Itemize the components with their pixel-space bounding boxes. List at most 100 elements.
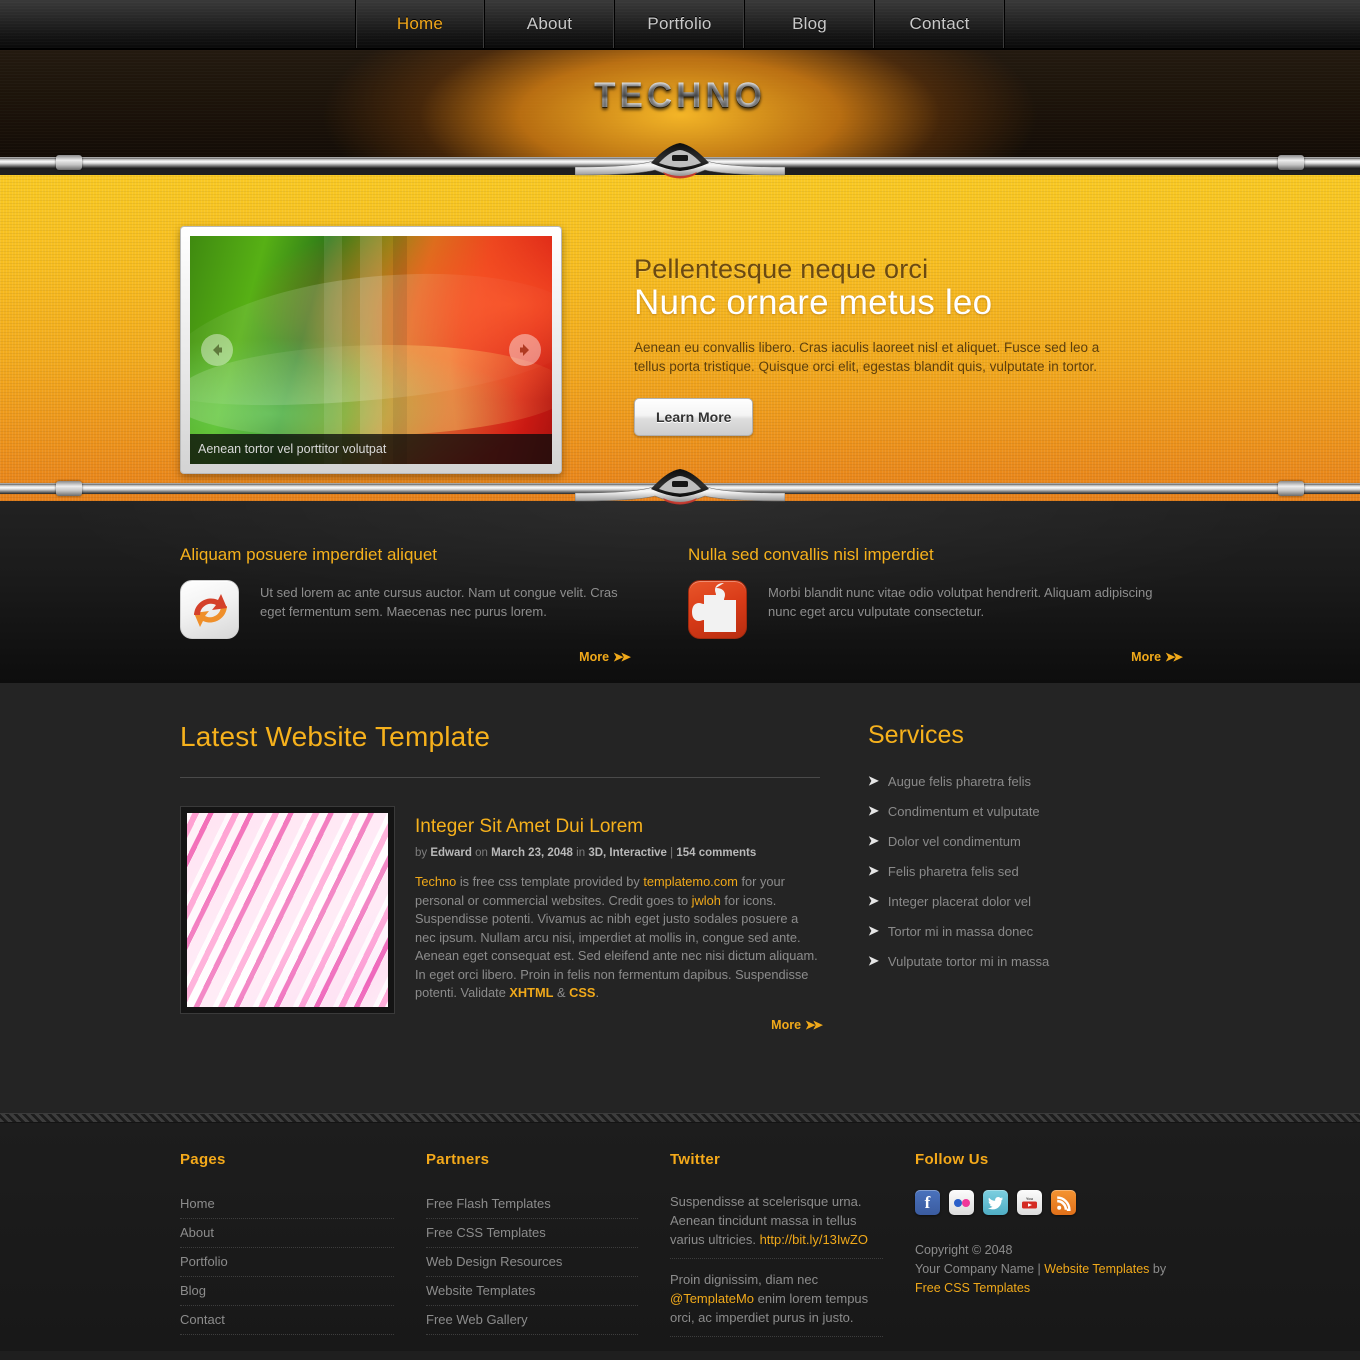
post-link-templatemo[interactable]: templatemo.com: [643, 874, 738, 889]
copyright-line-1: Copyright © 2048: [915, 1243, 1013, 1257]
feature-text-1: Ut sed lorem ac ante cursus auctor. Nam …: [260, 585, 618, 619]
hero-copy: Pellentesque neque orci Nunc ornare metu…: [634, 226, 1134, 501]
copyright-link-free-css[interactable]: Free CSS Templates: [915, 1281, 1030, 1295]
twitter-icon[interactable]: [983, 1190, 1008, 1215]
footer-column-pages: Pages Home About Portfolio Blog Contact: [180, 1151, 426, 1346]
youtube-glyph: You: [1022, 1196, 1037, 1209]
post-link-xhtml[interactable]: XHTML: [509, 985, 553, 1000]
rss-icon[interactable]: [1051, 1190, 1076, 1215]
footer-partner-0[interactable]: Free Flash Templates: [426, 1190, 638, 1219]
service-item-3[interactable]: ➤ Felis pharetra felis sed: [868, 856, 1180, 886]
copyright-separator: |: [1034, 1262, 1045, 1276]
service-item-2[interactable]: ➤ Dolor vel condimentum: [868, 826, 1180, 856]
post-comments-count[interactable]: 154 comments: [676, 847, 756, 859]
post-link-jwloh[interactable]: jwloh: [692, 893, 721, 908]
post-text-4: &: [553, 985, 570, 1000]
feature-more-label-2: More: [1131, 650, 1162, 664]
nav-item-about[interactable]: About: [485, 0, 615, 48]
twitter-bird-glyph: [987, 1196, 1003, 1209]
nav-item-contact[interactable]: Contact: [875, 0, 1005, 48]
puzzle-piece-glyph: [692, 583, 736, 632]
chevron-right-icon: ➤: [868, 803, 879, 818]
nav-list: Home About Portfolio Blog Contact: [355, 0, 1005, 48]
chrome-cap-right: [1278, 155, 1304, 170]
feature-more-link-1[interactable]: More ➤➤: [180, 649, 631, 664]
footer-column-follow: Follow Us f You Copyright © 2048 Your Co: [915, 1151, 1180, 1346]
arrow-right-icon: [520, 344, 529, 356]
arrow-left-icon: [213, 344, 222, 356]
chrome-emblem-icon-2: [575, 469, 785, 505]
post-more-label: More: [771, 1017, 802, 1032]
copyright-line-2: Your Company Name | Website Templates by…: [915, 1260, 1180, 1298]
hero-title: Nunc ornare metus leo: [634, 283, 993, 322]
nav-item-blog[interactable]: Blog: [745, 0, 875, 48]
service-item-4[interactable]: ➤ Integer placerat dolor vel: [868, 886, 1180, 916]
chrome-divider-bottom: [0, 469, 1360, 505]
post-more-link[interactable]: More ➤➤: [415, 1017, 823, 1032]
footer-heading-follow: Follow Us: [915, 1151, 989, 1168]
post-link-techno[interactable]: Techno: [415, 874, 456, 889]
svg-text:You: You: [1026, 1196, 1034, 1201]
service-item-0[interactable]: ➤ Augue felis pharetra felis: [868, 766, 1180, 796]
chrome-emblem-icon: [575, 143, 785, 179]
post-link-css[interactable]: CSS: [569, 985, 595, 1000]
footer-link-portfolio[interactable]: Portfolio: [180, 1248, 394, 1277]
youtube-icon[interactable]: You: [1017, 1190, 1042, 1215]
feature-title-1: Aliquam posuere imperdiet aliquet: [180, 545, 438, 564]
features-inner: Aliquam posuere imperdiet aliquet Ut sed…: [180, 545, 1183, 664]
service-label-0: Augue felis pharetra felis: [887, 773, 1031, 789]
nav-item-home[interactable]: Home: [355, 0, 485, 48]
slider-frame: Aenean tortor vel porttitor volutpat: [180, 226, 562, 474]
flickr-icon[interactable]: [949, 1190, 974, 1215]
tweet-1-link[interactable]: http://bit.ly/13IwZO: [760, 1232, 868, 1247]
service-label-2: Dolor vel condimentum: [887, 833, 1021, 849]
post-title[interactable]: Integer Sit Amet Dui Lorem: [415, 816, 820, 838]
footer-link-blog[interactable]: Blog: [180, 1277, 394, 1306]
footer-heading-pages: Pages: [180, 1151, 226, 1168]
slider-next-button[interactable]: [509, 334, 541, 366]
footer-link-contact[interactable]: Contact: [180, 1306, 394, 1335]
footer-partner-2[interactable]: Web Design Resources: [426, 1248, 638, 1277]
service-item-1[interactable]: ➤ Condimentum et vulputate: [868, 796, 1180, 826]
slider-prev-button[interactable]: [201, 334, 233, 366]
facebook-icon[interactable]: f: [915, 1190, 940, 1215]
post-text-3: for icons. Suspendisse potenti. Vivamus …: [415, 892, 818, 1001]
tweet-2-handle[interactable]: @TemplateMo: [670, 1291, 754, 1306]
rss-glyph: [1056, 1195, 1071, 1211]
refresh-arrows-icon: [180, 580, 239, 639]
service-label-6: Vulputate tortor mi in massa: [887, 953, 1050, 969]
hero-inner: Aenean tortor vel porttitor volutpat Pel…: [180, 226, 1180, 501]
hero-banner: Aenean tortor vel porttitor volutpat Pel…: [0, 175, 1360, 501]
learn-more-button[interactable]: Learn More: [634, 398, 754, 436]
service-item-5[interactable]: ➤ Tortor mi in massa donec: [868, 916, 1180, 946]
nav-item-portfolio[interactable]: Portfolio: [615, 0, 745, 48]
copyright-link-website-templates[interactable]: Website Templates: [1044, 1262, 1149, 1276]
refresh-arrows-glyph: [194, 594, 227, 627]
footer-link-about[interactable]: About: [180, 1219, 394, 1248]
chevron-right-icon: ➤: [868, 863, 879, 878]
footer-link-home[interactable]: Home: [180, 1190, 394, 1219]
post-thumbnail[interactable]: [180, 806, 395, 1014]
hero-paragraph: Aenean eu convallis libero. Cras iaculis…: [634, 340, 1100, 374]
tweet-2-pre: Proin dignissim, diam nec: [670, 1272, 819, 1287]
post-meta-in-label: in: [576, 847, 586, 859]
post-categories[interactable]: 3D, Interactive: [588, 847, 667, 859]
post-author[interactable]: Edward: [430, 847, 472, 859]
footer-heading-partners: Partners: [426, 1151, 490, 1168]
footer-partner-4[interactable]: Free Web Gallery: [426, 1306, 638, 1335]
company-name: Your Company Name: [915, 1262, 1035, 1276]
feature-row-1: Ut sed lorem ac ante cursus auctor. Nam …: [180, 580, 628, 639]
main-content: Latest Website Template Integer Sit Amet…: [0, 683, 1360, 1113]
site-logo[interactable]: TECHNO: [0, 76, 1360, 116]
service-item-6[interactable]: ➤ Vulputate tortor mi in massa: [868, 946, 1180, 976]
footer-partner-1[interactable]: Free CSS Templates: [426, 1219, 638, 1248]
feature-more-link-2[interactable]: More ➤➤: [688, 649, 1183, 664]
post-date: March 23, 2048: [491, 847, 573, 859]
footer-separator: [0, 1113, 1360, 1123]
chevron-right-icon-3: ➤➤: [805, 1017, 823, 1032]
footer-partner-3[interactable]: Website Templates: [426, 1277, 638, 1306]
page-title: Latest Website Template: [180, 721, 491, 752]
footer: Pages Home About Portfolio Blog Contact …: [0, 1123, 1360, 1351]
tweet-2: Proin dignissim, diam nec @TemplateMo en…: [670, 1268, 883, 1337]
service-label-5: Tortor mi in massa donec: [887, 923, 1034, 939]
